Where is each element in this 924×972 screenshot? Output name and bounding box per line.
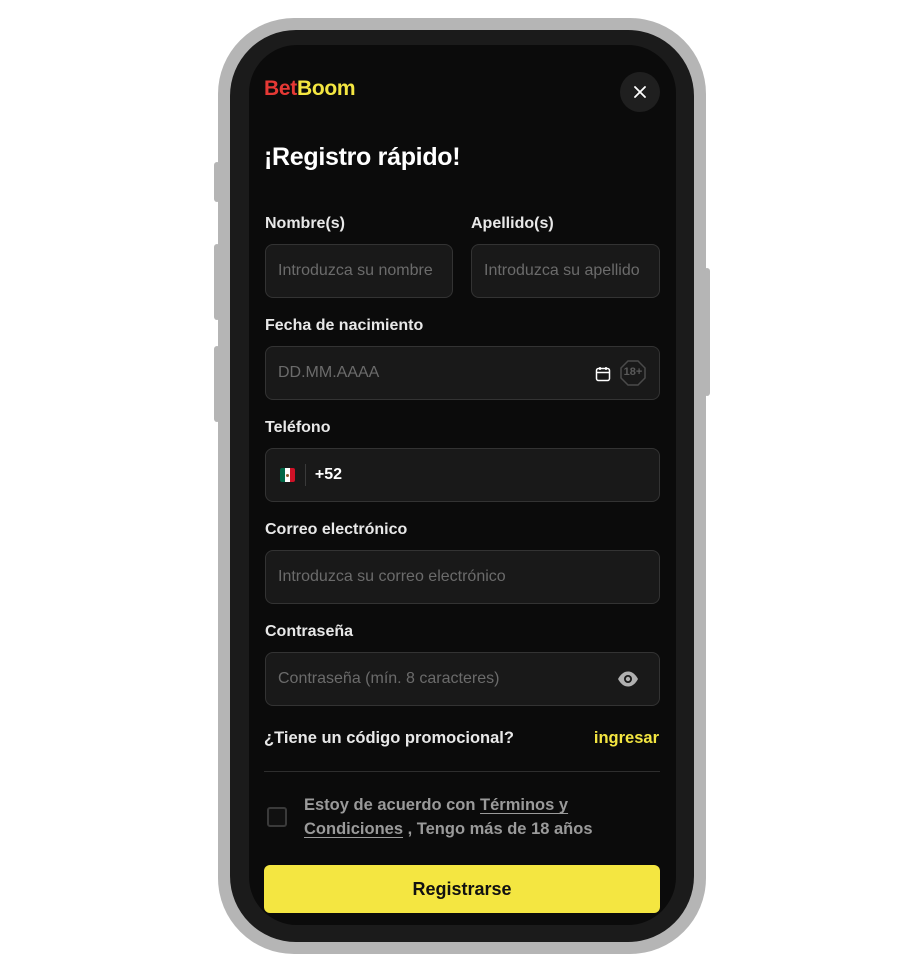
email-label: Correo electrónico (265, 521, 408, 538)
register-button[interactable]: Registrarse (264, 865, 660, 913)
close-icon (634, 86, 646, 98)
brand-logo-part-2: Boom (296, 77, 356, 100)
promo-code-link[interactable]: ingresar (594, 729, 659, 748)
birthdate-field-container: 18+ (265, 346, 660, 400)
last-name-field-container (471, 244, 660, 298)
first-name-input[interactable] (266, 262, 452, 280)
phone-input[interactable] (342, 466, 659, 484)
phone-label: Teléfono (265, 419, 331, 436)
last-name-label: Apellido(s) (471, 215, 554, 232)
phone-side-button (214, 162, 220, 202)
password-field-container (265, 652, 660, 706)
terms-checkbox[interactable] (267, 807, 287, 827)
password-label: Contraseña (265, 623, 354, 640)
terms-prefix: Estoy de acuerdo con (304, 796, 481, 814)
page-title: ¡Registro rápido! (264, 143, 461, 171)
phone-field-container: +52 (265, 448, 660, 502)
brand-logo: BetBoom (264, 77, 356, 101)
last-name-input[interactable] (472, 262, 659, 280)
terms-text: Estoy de acuerdo con Términos y Condicio… (304, 793, 634, 841)
phone-volume-down-button (214, 346, 220, 422)
phone-volume-up-button (214, 244, 220, 320)
birthdate-label: Fecha de nacimiento (265, 317, 424, 334)
section-divider (264, 771, 660, 772)
registration-screen: BetBoom ¡Registro rápido! Nombre(s) Apel… (249, 45, 676, 925)
birthdate-input[interactable] (266, 364, 590, 382)
age-badge-text: 18+ (623, 366, 643, 378)
eye-icon[interactable] (617, 670, 639, 688)
terms-suffix: , Tengo más de 18 años (403, 820, 593, 838)
brand-logo-part-1: Bet (264, 77, 297, 100)
mexico-flag-icon[interactable] (280, 468, 296, 482)
age-restriction-badge: 18+ (620, 360, 646, 386)
email-field-container (265, 550, 660, 604)
email-input[interactable] (266, 568, 659, 586)
phone-power-button (704, 268, 710, 396)
close-button[interactable] (620, 72, 660, 112)
calendar-icon[interactable] (595, 366, 611, 382)
phone-country-code: +52 (314, 466, 342, 483)
first-name-field-container (265, 244, 453, 298)
promo-code-question: ¿Tiene un código promocional? (264, 729, 514, 747)
first-name-label: Nombre(s) (265, 215, 346, 232)
password-input[interactable] (266, 670, 620, 688)
